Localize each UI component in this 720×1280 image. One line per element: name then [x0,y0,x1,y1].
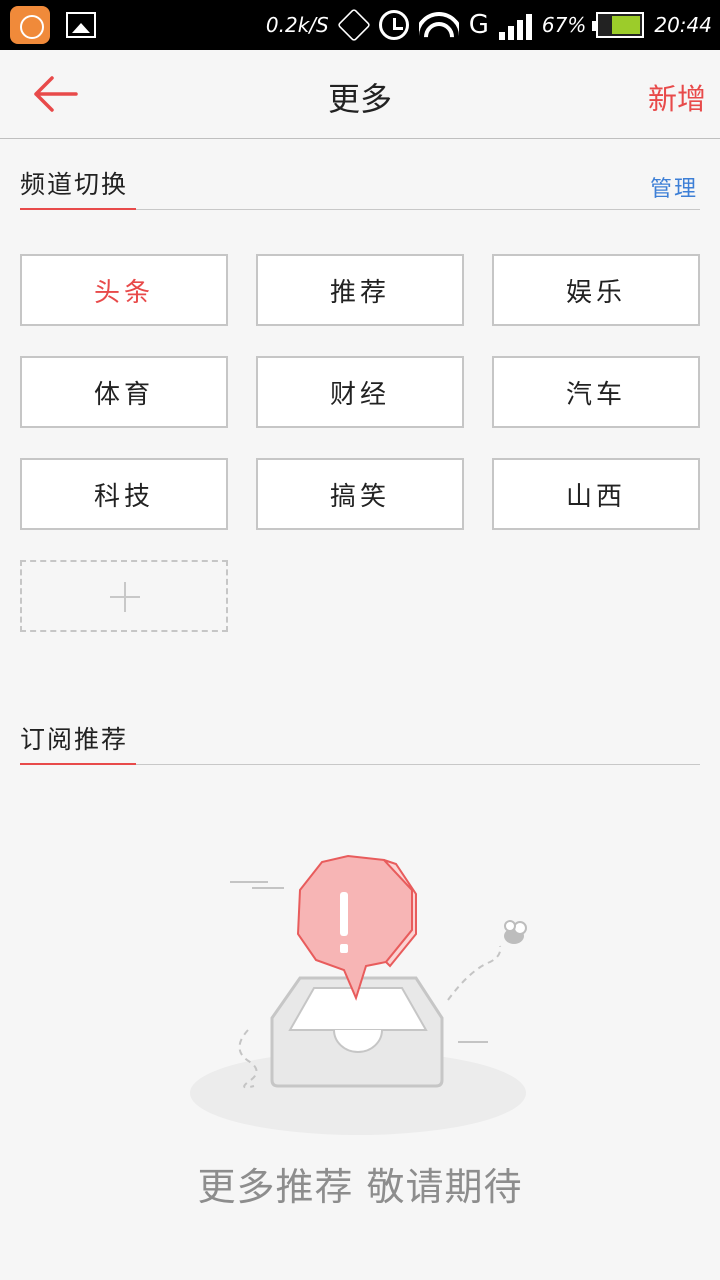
add-channel-button[interactable] [20,560,228,632]
add-button[interactable]: 新增 [648,76,706,118]
channel-chip[interactable]: 搞笑 [256,458,464,530]
section-underline [20,208,136,210]
app-notification-icon [10,6,50,44]
subscribe-section-header: 订阅推荐 [20,721,700,765]
status-bar: 0.2k/S G 67% 20:44 [0,0,720,50]
channel-chip[interactable]: 科技 [20,458,228,530]
section-underline [20,763,136,765]
status-indicators: 0.2k/S G 67% 20:44 [266,0,712,50]
channel-chip[interactable]: 汽车 [492,356,700,428]
wifi-icon [418,10,459,40]
empty-state-illustration [190,850,540,1140]
network-speed: 0.2k/S [265,13,329,37]
channel-chip[interactable]: 头条 [20,254,228,326]
channel-section-header: 频道切换 管理 [20,166,700,210]
empty-state-message: 更多推荐 敬请期待 [197,1165,523,1209]
manage-button[interactable]: 管理 [650,171,698,203]
battery-percent: 67% [541,13,587,37]
channel-chip[interactable]: 体育 [20,356,228,428]
alarm-icon [378,10,409,40]
subscribe-section-title: 订阅推荐 [20,725,129,754]
channel-chip[interactable]: 山西 [492,458,700,530]
page-title: 更多 [327,80,392,118]
channel-chip[interactable]: 推荐 [256,254,464,326]
auto-rotate-icon [336,8,371,42]
channel-chip[interactable]: 娱乐 [492,254,700,326]
channel-section-title: 频道切换 [20,170,129,199]
channel-chip[interactable]: 财经 [256,356,464,428]
clock: 20:44 [654,13,712,37]
battery-icon [592,12,645,38]
signal-icon [498,10,532,40]
top-bar: 更多 新增 [0,50,720,139]
image-notification-icon [66,12,96,38]
network-type: G [468,10,489,40]
